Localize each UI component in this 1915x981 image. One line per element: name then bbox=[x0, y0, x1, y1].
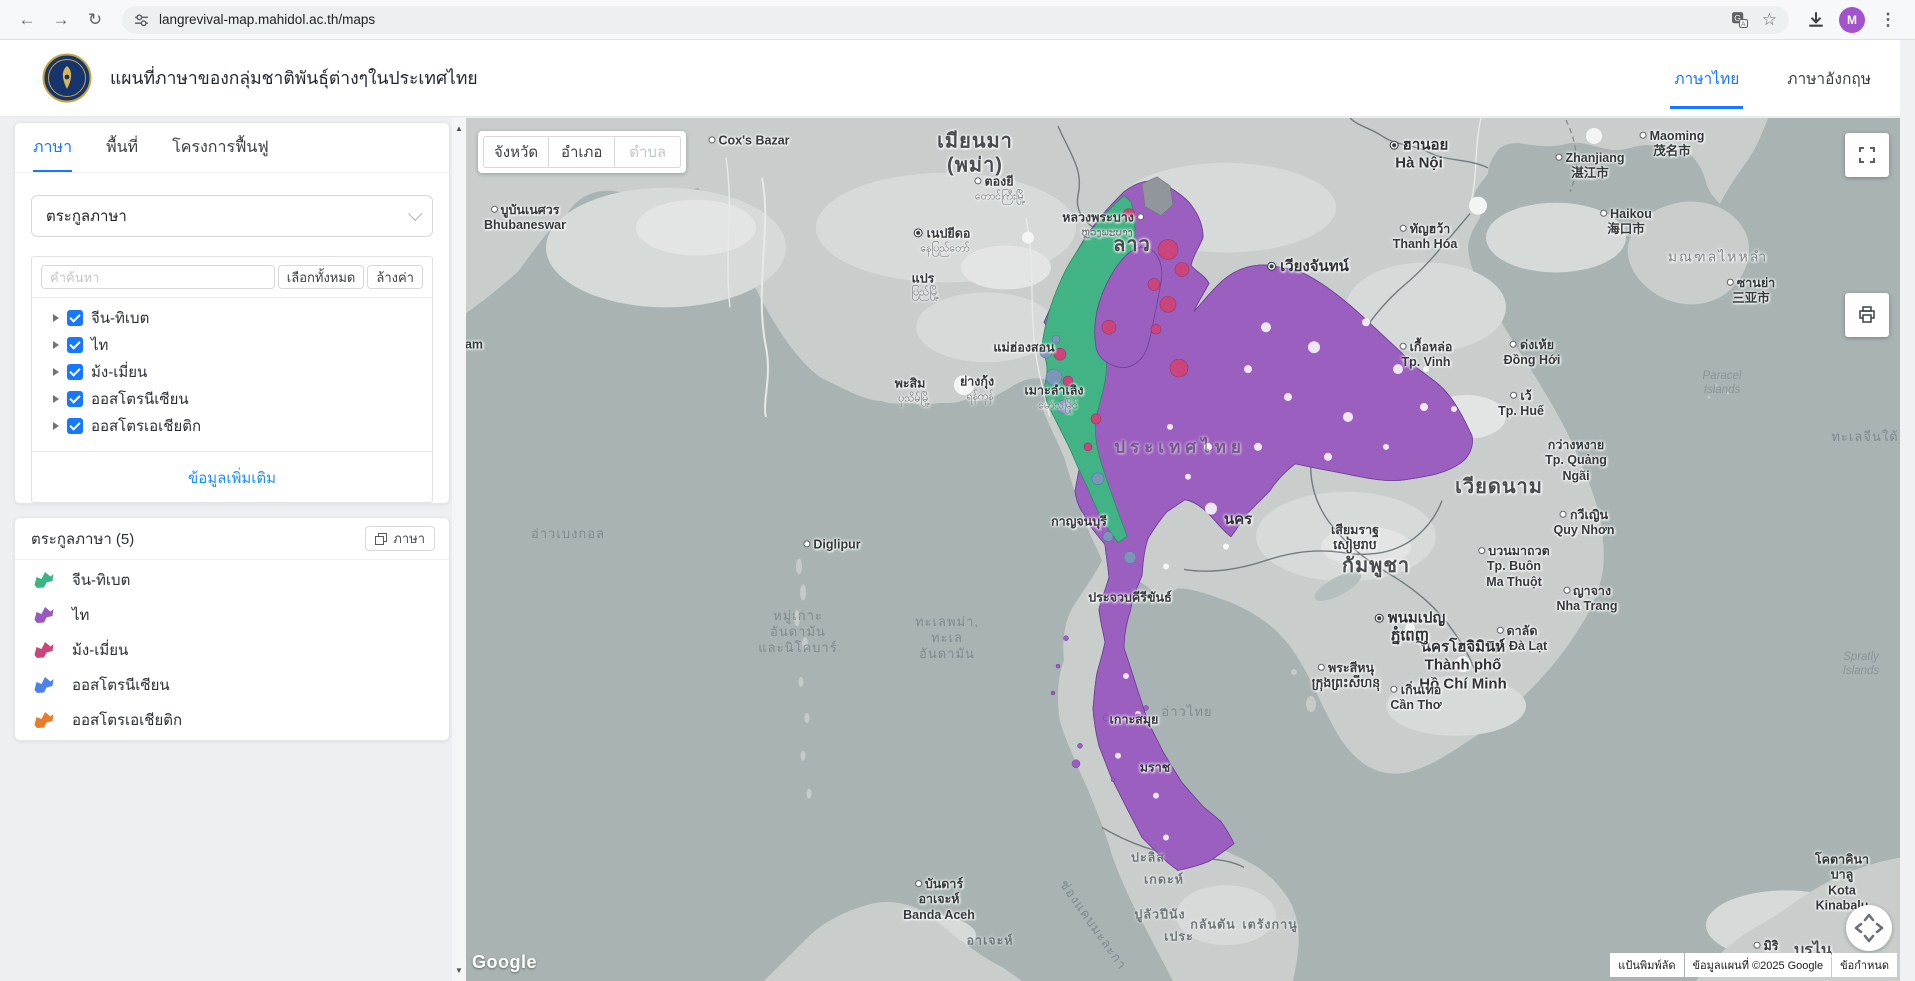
filter-panel: ภาษา พื้นที่ โครงการฟื้นฟู ตระกูลภาษา เลือ… bbox=[14, 122, 450, 504]
checkbox-checked[interactable] bbox=[67, 364, 83, 380]
checkbox-checked[interactable] bbox=[67, 391, 83, 407]
checkbox-checked[interactable] bbox=[67, 418, 83, 434]
tab-0[interactable]: ภาษา bbox=[33, 123, 72, 172]
legend-item-label: ไท bbox=[72, 603, 89, 627]
tab-1[interactable]: พื้นที่ bbox=[106, 123, 138, 172]
legend-toggle-label: ภาษา bbox=[393, 528, 425, 549]
clear-button[interactable]: ล้างค่า bbox=[367, 265, 423, 289]
terms-link[interactable]: ข้อกำหนด bbox=[1832, 953, 1897, 977]
expand-caret-icon[interactable] bbox=[53, 314, 59, 322]
scroll-up-icon[interactable]: ▲ bbox=[452, 124, 466, 133]
printer-icon bbox=[1857, 305, 1877, 325]
expand-caret-icon[interactable] bbox=[53, 422, 59, 430]
tree-item-label: ออสโตรเอเชียติก bbox=[91, 414, 201, 438]
legend-item-label: จีน-ทิเบต bbox=[72, 568, 130, 592]
layers-icon bbox=[375, 533, 387, 545]
forward-icon[interactable]: → bbox=[46, 5, 76, 35]
avatar[interactable]: M bbox=[1839, 7, 1865, 33]
legend-panel: ตระกูลภาษา (5) ภาษา จีน-ทิเบตไทม้ง-เมี่ย… bbox=[14, 517, 450, 741]
lang-english-link[interactable]: ภาษาอังกฤษ bbox=[1785, 60, 1873, 97]
admin-level-button-2: ตำบล bbox=[615, 136, 681, 168]
legend-toggle-button[interactable]: ภาษา bbox=[365, 526, 435, 551]
tree-item-2[interactable]: ม้ง-เมี่ยน bbox=[41, 358, 423, 385]
legend-item-label: ม้ง-เมี่ยน bbox=[72, 638, 128, 662]
tab-2[interactable]: โครงการฟื้นฟู bbox=[172, 123, 269, 172]
keyboard-shortcuts-link[interactable]: แป้นพิมพ์ลัด bbox=[1610, 953, 1683, 977]
app-header: แผนที่ภาษาของกลุ่มชาติพันธุ์ต่างๆในประเท… bbox=[0, 40, 1915, 117]
legend-item-2: ม้ง-เมี่ยน bbox=[15, 634, 449, 665]
tree-item-label: ม้ง-เมี่ยน bbox=[91, 360, 147, 384]
back-icon[interactable]: ← bbox=[12, 5, 42, 35]
sidebar-tabs: ภาษา พื้นที่ โครงการฟื้นฟู bbox=[15, 123, 449, 173]
lang-thai-link[interactable]: ภาษาไทย bbox=[1672, 60, 1741, 97]
print-button[interactable] bbox=[1845, 293, 1889, 337]
legend-list: จีน-ทิเบตไทม้ง-เมี่ยนออสโตรนีเซียนออสโตร… bbox=[15, 564, 449, 735]
tree-item-label: จีน-ทิเบต bbox=[91, 306, 149, 330]
language-tree: จีน-ทิเบตไทม้ง-เมี่ยนออสโตรนีเซียนออสโตร… bbox=[41, 304, 423, 439]
language-tree-box: เลือกทั้งหมด ล้างค่า จีน-ทิเบตไทม้ง-เมี่… bbox=[31, 256, 433, 503]
chevron-down-icon bbox=[408, 207, 422, 221]
tree-item-label: ไท bbox=[91, 333, 108, 357]
legend-item-1: ไท bbox=[15, 599, 449, 630]
checkbox-checked[interactable] bbox=[67, 337, 83, 353]
page-scrollbar[interactable] bbox=[1900, 40, 1915, 981]
region-swatch-icon bbox=[31, 604, 56, 625]
tree-item-0[interactable]: จีน-ทิเบต bbox=[41, 304, 423, 331]
pan-arrows-icon bbox=[1846, 905, 1892, 951]
legend-item-3: ออสโตรนีเซียน bbox=[15, 669, 449, 700]
legend-item-0: จีน-ทิเบต bbox=[15, 564, 449, 595]
download-icon[interactable] bbox=[1807, 11, 1825, 28]
mahidol-logo bbox=[42, 53, 92, 103]
pan-button[interactable] bbox=[1846, 905, 1892, 951]
bookmark-star-icon[interactable]: ☆ bbox=[1762, 10, 1777, 30]
checkbox-checked[interactable] bbox=[67, 310, 83, 326]
search-input[interactable] bbox=[41, 265, 275, 289]
legend-item-label: ออสโตรนีเซียน bbox=[72, 673, 170, 697]
map-attribution: แป้นพิมพ์ลัด ข้อมูลแผนที่ ©2025 Google ข… bbox=[1610, 953, 1897, 977]
region-swatch-icon bbox=[31, 709, 56, 730]
site-settings-icon[interactable] bbox=[134, 13, 149, 27]
legend-item-label: ออสโตรเอเชียติก bbox=[72, 708, 182, 732]
tree-item-4[interactable]: ออสโตรเอเชียติก bbox=[41, 412, 423, 439]
page-title: แผนที่ภาษาของกลุ่มชาติพันธุ์ต่างๆในประเท… bbox=[110, 64, 478, 92]
fullscreen-icon bbox=[1858, 146, 1876, 164]
expand-caret-icon[interactable] bbox=[53, 368, 59, 376]
region-swatch-icon bbox=[31, 569, 56, 590]
translate-icon[interactable]: G A bbox=[1731, 11, 1748, 28]
tree-item-3[interactable]: ออสโตรนีเซียน bbox=[41, 385, 423, 412]
url-text[interactable]: langrevival-map.mahidol.ac.th/maps bbox=[159, 12, 1731, 27]
sidebar-scrollbar[interactable]: ▲ ▼ bbox=[452, 118, 466, 981]
tree-item-label: ออสโตรนีเซียน bbox=[91, 387, 189, 411]
legend-title: ตระกูลภาษา (5) bbox=[31, 527, 134, 551]
admin-level-button-0[interactable]: จังหวัด bbox=[483, 136, 549, 168]
admin-level-button-1[interactable]: อำเภอ bbox=[549, 136, 615, 168]
map-data-text: ข้อมูลแผนที่ ©2025 Google bbox=[1685, 953, 1832, 977]
more-info-link[interactable]: ข้อมูลเพิ่มเติม bbox=[32, 451, 432, 504]
app-body: ภาษา พื้นที่ โครงการฟื้นฟู ตระกูลภาษา เลือ… bbox=[0, 118, 1915, 981]
address-bar[interactable]: langrevival-map.mahidol.ac.th/maps G A ☆ bbox=[122, 6, 1789, 34]
dropdown-value: ตระกูลภาษา bbox=[46, 204, 127, 228]
map-base-svg bbox=[466, 118, 1900, 981]
expand-caret-icon[interactable] bbox=[53, 395, 59, 403]
reload-icon[interactable]: ↻ bbox=[80, 5, 110, 35]
legend-item-4: ออสโตรเอเชียติก bbox=[15, 704, 449, 735]
map-canvas[interactable]: เมียนมา (พม่า)ตองยีတောင်ကြီးမြို့เนปยีดอ… bbox=[466, 118, 1900, 981]
admin-level-buttons: จังหวัดอำเภอตำบล bbox=[478, 131, 686, 173]
expand-caret-icon[interactable] bbox=[53, 341, 59, 349]
menu-dots-icon[interactable]: ⋮ bbox=[1873, 5, 1903, 35]
scroll-down-icon[interactable]: ▼ bbox=[452, 966, 466, 975]
language-family-dropdown[interactable]: ตระกูลภาษา bbox=[31, 195, 433, 237]
divider bbox=[32, 297, 432, 298]
region-swatch-icon bbox=[31, 674, 56, 695]
select-all-button[interactable]: เลือกทั้งหมด bbox=[278, 265, 365, 289]
region-swatch-icon bbox=[31, 639, 56, 660]
tree-item-1[interactable]: ไท bbox=[41, 331, 423, 358]
fullscreen-button[interactable] bbox=[1845, 133, 1889, 177]
google-logo[interactable]: Google bbox=[472, 952, 537, 973]
browser-toolbar: ← → ↻ langrevival-map.mahidol.ac.th/maps… bbox=[0, 0, 1915, 40]
